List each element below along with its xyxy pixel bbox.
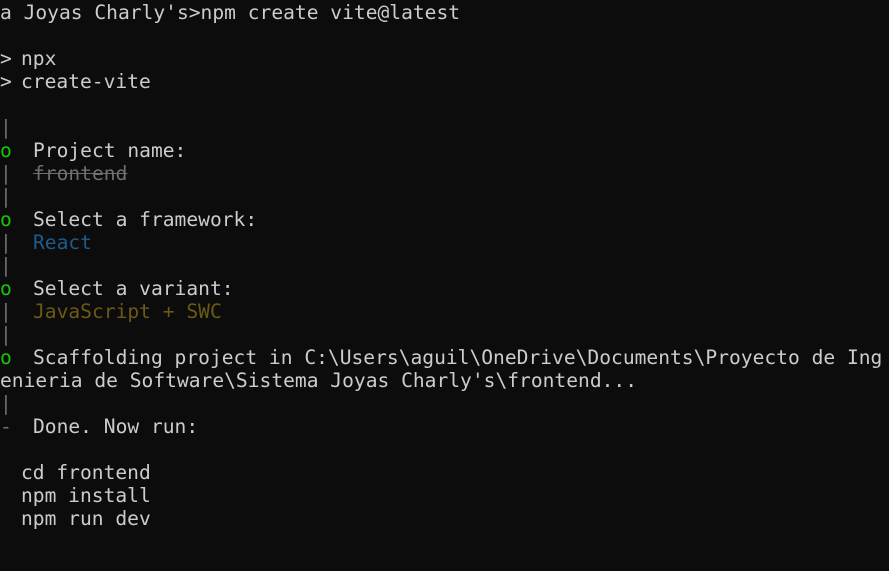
bar-line: | xyxy=(0,185,889,208)
variant-label: Select a variant: xyxy=(33,277,234,300)
project-name-label: Project name: xyxy=(33,139,187,162)
npx-arrow: > xyxy=(0,47,12,70)
command-cd: cd frontend xyxy=(21,461,151,484)
variant-label-line: o Select a variant: xyxy=(0,277,889,300)
bar-glyph: | xyxy=(0,254,12,277)
prompt-command-text: a Joyas Charly's>npm create vite@latest xyxy=(0,1,461,24)
bar-glyph: | xyxy=(0,300,12,323)
bar-glyph: | xyxy=(0,162,12,185)
bar-line: | xyxy=(0,392,889,415)
framework-label: Select a framework: xyxy=(33,208,258,231)
step-icon: o xyxy=(0,346,12,369)
bar-glyph: | xyxy=(0,323,12,346)
command-line: npm run dev xyxy=(0,507,889,530)
variant-value: JavaScript + SWC xyxy=(33,300,222,323)
step-icon: o xyxy=(0,139,12,162)
framework-value-line: | React xyxy=(0,231,889,254)
framework-value: React xyxy=(33,231,92,254)
project-name-label-line: o Project name: xyxy=(0,139,889,162)
bar-glyph: | xyxy=(0,231,12,254)
scaffold-text-line2: enieria de Software\Sistema Joyas Charly… xyxy=(0,369,638,392)
bar-line: | xyxy=(0,254,889,277)
create-vite-text: create-vite xyxy=(21,70,151,93)
bar-line: | xyxy=(0,116,889,139)
end-glyph: - xyxy=(0,415,12,438)
bar-glyph: | xyxy=(0,185,12,208)
framework-label-line: o Select a framework: xyxy=(0,208,889,231)
scaffold-line: o Scaffolding project in C:\Users\aguil\… xyxy=(0,346,889,369)
bar-line: | xyxy=(0,323,889,346)
variant-value-line: | JavaScript + SWC xyxy=(0,300,889,323)
done-label: Done. Now run: xyxy=(33,415,199,438)
bar-glyph: | xyxy=(0,116,12,139)
npx-line: > npx xyxy=(0,47,889,70)
terminal-window[interactable]: a Joyas Charly's>npm create vite@latest … xyxy=(0,0,889,571)
command-dev: npm run dev xyxy=(21,507,151,530)
step-icon: o xyxy=(0,208,12,231)
project-name-value: frontend xyxy=(33,162,128,185)
step-icon: o xyxy=(0,277,12,300)
create-vite-line: > create-vite xyxy=(0,70,889,93)
create-vite-arrow: > xyxy=(0,70,12,93)
command-line: cd frontend xyxy=(0,461,889,484)
scaffold-text-line1: Scaffolding project in C:\Users\aguil\On… xyxy=(33,346,883,369)
prompt-line: a Joyas Charly's>npm create vite@latest xyxy=(0,1,889,24)
project-name-value-line: | frontend xyxy=(0,162,889,185)
command-install: npm install xyxy=(21,484,151,507)
command-line: npm install xyxy=(0,484,889,507)
scaffold-line-wrapped: enieria de Software\Sistema Joyas Charly… xyxy=(0,369,889,392)
done-line: - Done. Now run: xyxy=(0,415,889,438)
npx-text: npx xyxy=(21,47,57,70)
bar-glyph: | xyxy=(0,392,12,415)
